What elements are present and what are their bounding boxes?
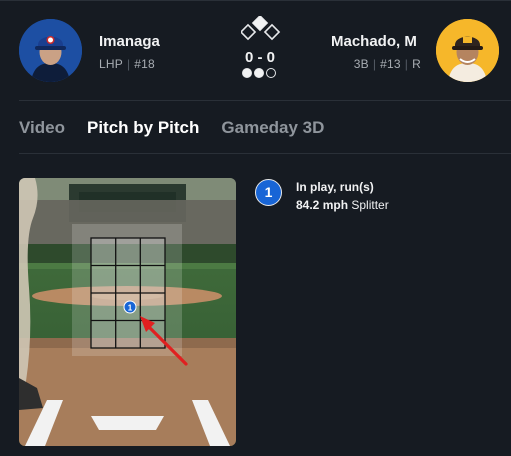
pitch-result: In play, run(s): [296, 180, 374, 194]
third-base-icon: [241, 23, 257, 41]
pitch-speed-type: 84.2 mph Splitter: [296, 198, 389, 212]
tabs-divider: [19, 153, 511, 154]
pitcher-number: #18: [134, 57, 155, 71]
header-divider: [19, 100, 511, 101]
matchup-header: Imanaga LHP | #18 0 - 0 Machado, M 3B | #13 |…: [0, 0, 511, 100]
pitcher-name[interactable]: Imanaga: [99, 33, 160, 50]
batter-meta: 3B | #13 | R: [353, 57, 421, 71]
pitch-number-badge[interactable]: 1: [255, 179, 282, 206]
out-dot-2: [254, 68, 264, 78]
pitch-marker-label: 1: [128, 304, 133, 313]
pitcher-hand: LHP: [99, 57, 123, 71]
first-base-icon: [263, 23, 281, 41]
pitcher-avatar[interactable]: [19, 19, 82, 82]
batter-avatar[interactable]: [436, 19, 499, 82]
out-dot-1: [242, 68, 252, 78]
out-dot-3: [266, 68, 276, 78]
base-diamond-icon: [241, 16, 281, 44]
pitch-type: Splitter: [351, 198, 389, 212]
tab-video[interactable]: Video: [19, 118, 65, 138]
batter-bats: R: [412, 57, 421, 71]
tab-pitch-by-pitch[interactable]: Pitch by Pitch: [87, 118, 199, 138]
batter-number: #13: [380, 57, 401, 71]
batter-position: 3B: [353, 57, 369, 71]
batter-name[interactable]: Machado, M: [331, 33, 417, 50]
pitch-speed: 84.2 mph: [296, 198, 349, 212]
pitch-location-view[interactable]: 1: [19, 178, 236, 446]
tab-bar: Video Pitch by Pitch Gameday 3D: [19, 118, 346, 138]
tab-gameday-3d[interactable]: Gameday 3D: [221, 118, 324, 138]
score: 0 - 0: [244, 49, 275, 66]
out-indicator-icon: [242, 68, 276, 78]
pitcher-meta: LHP | #18: [99, 57, 155, 71]
